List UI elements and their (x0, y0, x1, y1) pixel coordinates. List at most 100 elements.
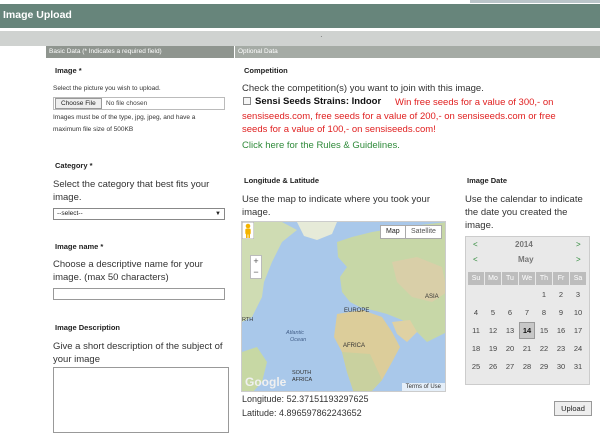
calendar-day[interactable]: 16 (553, 322, 569, 339)
calendar-day[interactable]: 12 (485, 322, 501, 339)
choose-file-button[interactable]: Choose File (55, 98, 102, 109)
category-label: Category * (55, 161, 93, 170)
image-description-label: Image Description (55, 323, 121, 332)
calendar-day[interactable]: 11 (468, 322, 484, 339)
category-select[interactable]: --select-- ▼ (53, 208, 225, 220)
calendar-day[interactable]: 14 (519, 322, 535, 339)
calendar-empty-cell (519, 286, 535, 303)
top-ghost (470, 0, 600, 3)
calendar-day[interactable]: 28 (519, 358, 535, 375)
calendar-day[interactable]: 17 (570, 322, 586, 339)
calendar-day[interactable]: 15 (536, 322, 552, 339)
weekday-header: Mo (485, 272, 501, 285)
longitude-row: Longitude: 52.37151193297625 (242, 394, 368, 404)
prev-year-button[interactable]: < (473, 240, 478, 249)
image-note-1: Images must be of the type, jpg, jpeg, a… (53, 114, 196, 121)
image-date-help-1: Use the calendar to indicate (465, 194, 583, 205)
calendar-day[interactable]: 26 (485, 358, 501, 375)
calendar-week: 18 19 20 21 22 23 24 (468, 340, 586, 357)
image-name-help-2: image. (max 50 characters) (53, 272, 169, 283)
calendar-day[interactable]: 19 (485, 340, 501, 357)
calendar-day[interactable]: 10 (570, 304, 586, 321)
image-date-help-2: the date you created the (465, 207, 568, 218)
map-label-asia: ASIA (425, 294, 439, 300)
no-file-text: No file chosen (106, 100, 148, 107)
upload-button[interactable]: Upload (554, 401, 592, 416)
calendar-day[interactable]: 3 (570, 286, 586, 303)
calendar-month: May (518, 255, 534, 264)
map-canvas (242, 222, 445, 391)
calendar-day[interactable]: 22 (536, 340, 552, 357)
image-name-label: Image name * (55, 242, 104, 251)
zoom-out-icon[interactable]: − (251, 267, 261, 278)
image-note-2: maximum file size of 500KB (53, 126, 134, 133)
page-header: Image Upload (0, 4, 600, 28)
competition-strain: Sensi Seeds Strains: Indoor (255, 96, 382, 107)
image-date-help-3: image. (465, 220, 494, 231)
location-label: Longitude & Latitude (244, 176, 319, 185)
weekday-row: Su Mo Tu We Th Fr Sa (468, 272, 586, 285)
map-type-button[interactable]: Map (380, 225, 406, 239)
calendar[interactable]: < 2014 > < May > Su Mo Tu We Th Fr Sa 12345678… (465, 236, 590, 385)
calendar-day[interactable]: 13 (502, 322, 518, 339)
competition-checkbox[interactable] (243, 97, 251, 105)
calendar-day[interactable]: 31 (570, 358, 586, 375)
map-label-europe: EUROPE (344, 308, 370, 314)
file-input[interactable]: Choose File No file chosen (53, 97, 225, 110)
calendar-day[interactable]: 7 (519, 304, 535, 321)
calendar-day[interactable]: 9 (553, 304, 569, 321)
calendar-day[interactable]: 29 (536, 358, 552, 375)
satellite-type-button[interactable]: Satellite (405, 225, 442, 239)
calendar-day[interactable]: 5 (485, 304, 501, 321)
image-date-label: Image Date (467, 176, 508, 185)
longitude-value: 52.37151193297625 (286, 394, 369, 404)
pegman-icon[interactable] (242, 222, 254, 239)
latitude-label: Latitude: (242, 408, 277, 418)
calendar-day[interactable]: 27 (502, 358, 518, 375)
calendar-day[interactable]: 21 (519, 340, 535, 357)
category-help-1: Select the category that best fits your (53, 179, 210, 190)
prev-month-button[interactable]: < (473, 255, 478, 264)
rules-link[interactable]: Click here for the Rules & Guidelines. (242, 140, 400, 151)
image-name-input[interactable] (53, 288, 225, 300)
location-map[interactable]: + − Map Satellite RTH Atlantic Ocean EUR… (241, 221, 446, 392)
optional-data-header: Optional Data (235, 46, 600, 58)
weekday-header: Sa (570, 272, 586, 285)
calendar-week: 25 26 27 28 29 30 31 (468, 358, 586, 375)
calendar-day[interactable]: 8 (536, 304, 552, 321)
calendar-day[interactable]: 25 (468, 358, 484, 375)
image-help: Select the picture you wish to upload. (53, 85, 161, 92)
terms-of-use-link[interactable]: Terms of Use (401, 383, 445, 391)
calendar-day[interactable]: 24 (570, 340, 586, 357)
map-label-north: RTH (242, 317, 254, 323)
map-label-atlantic-1: Atlantic (286, 330, 305, 336)
calendar-year: 2014 (515, 240, 533, 249)
weekday-header: Tu (502, 272, 518, 285)
weekday-header: Su (468, 272, 484, 285)
calendar-day[interactable]: 6 (502, 304, 518, 321)
competition-help: Check the competition(s) you want to joi… (242, 83, 484, 94)
calendar-body: 1 2 3 4 5 6 7 8 9 10 11 12 13 14 15 16 17 18 19 20 21 22 23 24 2… (468, 286, 586, 375)
next-year-button[interactable]: > (576, 240, 581, 249)
image-description-textarea[interactable] (53, 367, 229, 433)
image-description-help-1: Give a short description of the subject … (53, 341, 223, 352)
next-month-button[interactable]: > (576, 255, 581, 264)
zoom-in-icon[interactable]: + (251, 256, 261, 267)
longitude-label: Longitude: (242, 394, 285, 404)
map-label-south: SOUTH (292, 370, 312, 376)
map-label-africa: AFRICA (343, 343, 366, 349)
calendar-day[interactable]: 23 (553, 340, 569, 357)
calendar-day[interactable]: 30 (553, 358, 569, 375)
zoom-control[interactable]: + − (250, 255, 262, 279)
band-dot: · (320, 32, 323, 41)
page-title: Image Upload (3, 9, 72, 21)
category-help-2: image. (53, 192, 82, 203)
calendar-day[interactable]: 18 (468, 340, 484, 357)
calendar-day[interactable]: 20 (502, 340, 518, 357)
image-label: Image * (55, 66, 82, 75)
calendar-day[interactable]: 4 (468, 304, 484, 321)
calendar-week: 4 5 6 7 8 9 10 (468, 304, 586, 321)
calendar-day[interactable]: 1 (536, 286, 552, 303)
calendar-day[interactable]: 2 (553, 286, 569, 303)
calendar-week: 11 12 13 14 15 16 17 (468, 322, 586, 339)
